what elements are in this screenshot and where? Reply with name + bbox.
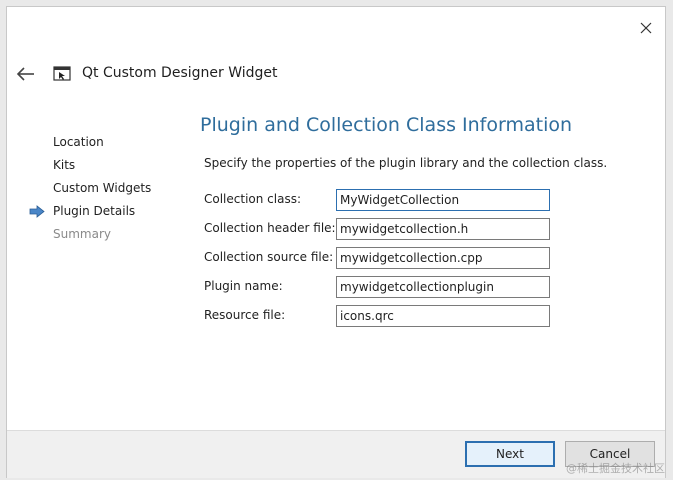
step-label: Kits bbox=[53, 158, 76, 172]
collection-class-input[interactable] bbox=[336, 189, 550, 211]
step-label: Custom Widgets bbox=[53, 181, 152, 195]
next-button[interactable]: Next bbox=[465, 441, 555, 467]
step-summary: Summary bbox=[7, 223, 187, 246]
wizard-window: Qt Custom Designer Widget Location Kits … bbox=[6, 6, 666, 478]
collection-header-label: Collection header file: bbox=[204, 221, 336, 235]
plugin-name-row: Plugin name: bbox=[204, 276, 564, 298]
watermark-text: @稀土掘金技术社区 bbox=[566, 462, 665, 475]
window-title: Qt Custom Designer Widget bbox=[82, 65, 278, 81]
step-kits: Kits bbox=[7, 154, 187, 177]
close-icon bbox=[640, 22, 652, 34]
collection-header-row: Collection header file: bbox=[204, 218, 564, 240]
qt-designer-widget-icon bbox=[53, 66, 71, 82]
current-step-arrow-icon bbox=[29, 205, 45, 218]
close-button[interactable] bbox=[635, 17, 657, 39]
step-location: Location bbox=[7, 131, 187, 154]
back-button[interactable] bbox=[15, 65, 37, 83]
resource-file-row: Resource file: bbox=[204, 305, 564, 327]
step-plugin-details: Plugin Details bbox=[7, 200, 187, 223]
step-label: Plugin Details bbox=[53, 204, 136, 218]
collection-class-label: Collection class: bbox=[204, 192, 302, 206]
collection-class-row: Collection class: bbox=[204, 189, 564, 211]
collection-header-input[interactable] bbox=[336, 218, 550, 240]
resource-file-input[interactable] bbox=[336, 305, 550, 327]
plugin-name-input[interactable] bbox=[336, 276, 550, 298]
collection-source-row: Collection source file: bbox=[204, 247, 564, 269]
back-arrow-icon bbox=[16, 67, 34, 81]
collection-source-input[interactable] bbox=[336, 247, 550, 269]
resource-file-label: Resource file: bbox=[204, 308, 286, 322]
plugin-name-label: Plugin name: bbox=[204, 279, 283, 293]
step-label: Location bbox=[53, 135, 104, 149]
page-title: Plugin and Collection Class Information bbox=[200, 114, 573, 136]
wizard-steps: Location Kits Custom Widgets Plugin Deta… bbox=[7, 131, 187, 246]
step-custom-widgets: Custom Widgets bbox=[7, 177, 187, 200]
collection-source-label: Collection source file: bbox=[204, 250, 334, 264]
step-label: Summary bbox=[53, 227, 111, 241]
page-description: Specify the properties of the plugin lib… bbox=[204, 156, 608, 170]
